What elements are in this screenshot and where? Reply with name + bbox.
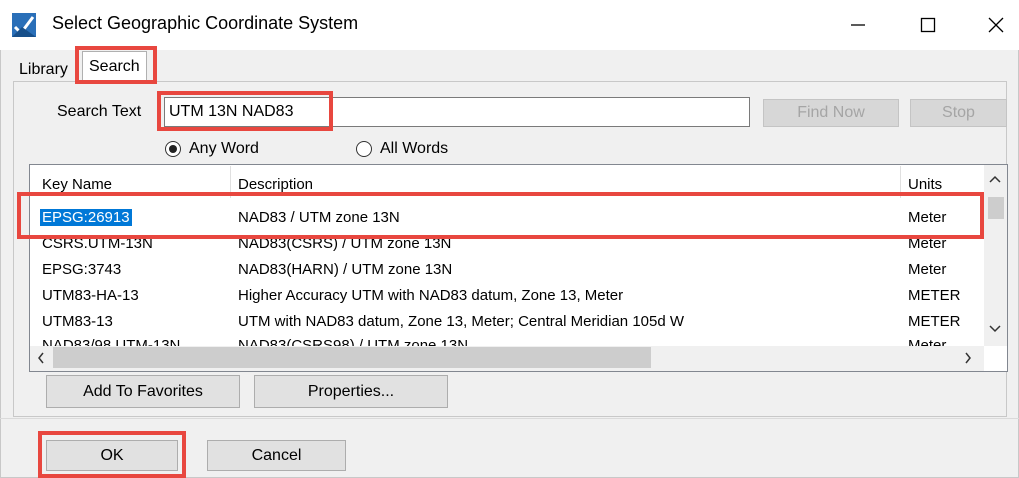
row-key-name: EPSG:26913	[40, 209, 132, 226]
search-text-label: Search Text	[57, 103, 142, 120]
column-divider[interactable]	[230, 166, 231, 198]
vertical-scroll-thumb[interactable]	[988, 197, 1004, 219]
app-logo-icon	[12, 13, 36, 37]
scroll-left-icon[interactable]	[35, 351, 47, 370]
row-key-name: NAD83/98.UTM-13N	[42, 337, 181, 346]
row-description: NAD83 / UTM zone 13N	[238, 209, 400, 226]
scroll-right-icon[interactable]	[962, 351, 974, 370]
maximize-button[interactable]	[900, 0, 956, 50]
all-words-radio[interactable]	[356, 141, 372, 157]
row-units: METER	[908, 287, 961, 304]
table-row-partial[interactable]: NAD83/98.UTM-13N NAD83(CSRS98) / UTM zon…	[30, 336, 984, 346]
row-units: Meter	[908, 235, 947, 252]
search-input[interactable]	[164, 97, 750, 127]
row-units: METER	[908, 313, 961, 330]
cancel-button[interactable]: Cancel	[207, 440, 346, 471]
minimize-icon	[851, 24, 865, 26]
properties-button[interactable]: Properties...	[254, 375, 448, 408]
row-key-name: UTM83-HA-13	[42, 287, 139, 304]
table-row[interactable]	[30, 206, 984, 230]
close-button[interactable]	[968, 0, 1019, 50]
find-now-button[interactable]: Find Now	[763, 99, 899, 127]
maximize-icon	[920, 17, 936, 33]
scroll-up-icon[interactable]	[988, 172, 1002, 190]
column-divider[interactable]	[900, 166, 901, 198]
stop-button[interactable]: Stop	[910, 99, 1007, 127]
row-units: Meter	[908, 261, 947, 278]
column-header-description[interactable]: Description	[238, 176, 313, 193]
row-description: NAD83(HARN) / UTM zone 13N	[238, 261, 453, 278]
column-header-units[interactable]: Units	[908, 176, 942, 193]
row-description: NAD83(CSRS98) / UTM zone 13N	[238, 337, 469, 346]
close-icon	[988, 17, 1004, 33]
row-description: Higher Accuracy UTM with NAD83 datum, Zo…	[238, 287, 624, 304]
divider	[0, 418, 1019, 419]
row-key-name: CSRS.UTM-13N	[42, 235, 153, 252]
ok-button[interactable]: OK	[46, 440, 178, 471]
row-units: Meter	[908, 209, 947, 226]
selected-key-name: EPSG:26913	[40, 209, 132, 226]
row-key-name: EPSG:3743	[42, 261, 122, 278]
row-units: Meter	[908, 337, 947, 346]
tab-library[interactable]: Library	[13, 58, 74, 82]
scroll-down-icon[interactable]	[988, 322, 1002, 340]
vertical-scrollbar[interactable]	[984, 165, 1007, 346]
row-description: UTM with NAD83 datum, Zone 13, Meter; Ce…	[238, 313, 685, 330]
add-to-favorites-button[interactable]: Add To Favorites	[46, 375, 240, 408]
window-title: Select Geographic Coordinate System	[52, 13, 359, 33]
any-word-label: Any Word	[189, 140, 259, 157]
all-words-label: All Words	[380, 140, 449, 157]
table-row[interactable]	[30, 258, 984, 282]
row-key-name: UTM83-13	[42, 313, 113, 330]
row-description: NAD83(CSRS) / UTM zone 13N	[238, 235, 452, 252]
horizontal-scroll-thumb[interactable]	[53, 347, 651, 368]
tab-search[interactable]: Search	[82, 51, 147, 82]
minimize-button[interactable]	[830, 0, 886, 50]
column-header-key-name[interactable]: Key Name	[42, 176, 112, 193]
table-row[interactable]	[30, 232, 984, 256]
any-word-radio[interactable]	[165, 141, 181, 157]
